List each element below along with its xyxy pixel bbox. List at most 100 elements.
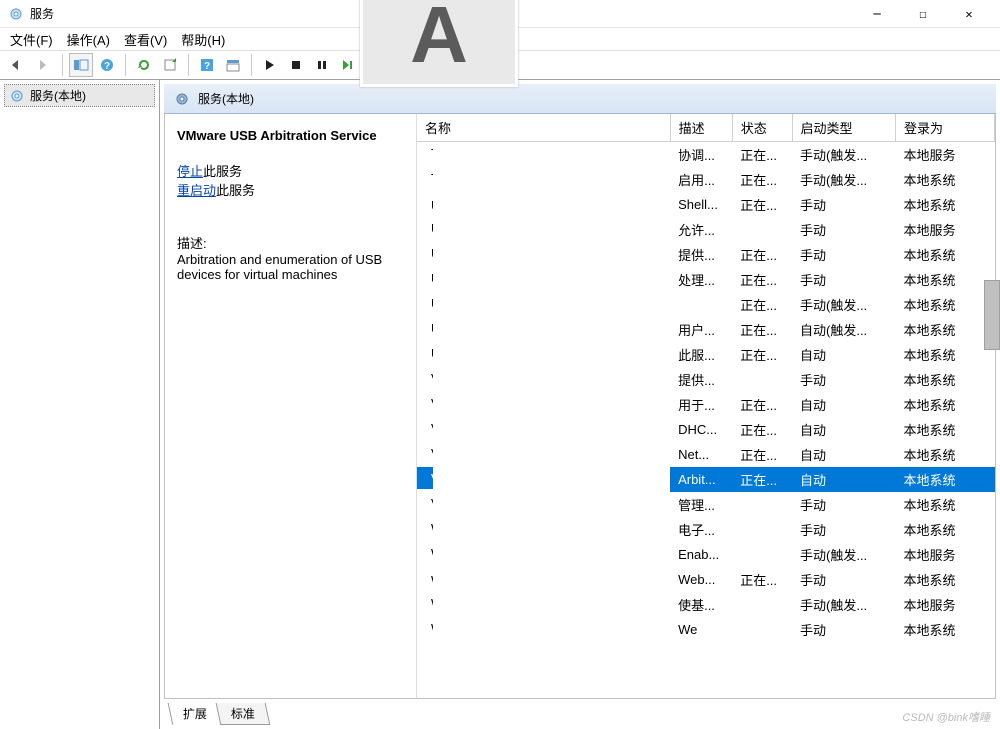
table-row[interactable]: User Data Access_2920c450 提供...正在...手动本地系… [417, 242, 995, 267]
svc-logon-cell: 本地系统 [896, 192, 995, 217]
svc-startup-cell: 自动 [792, 467, 896, 492]
svc-logon-cell: 本地系统 [896, 392, 995, 417]
svc-logon-cell: 本地系统 [896, 167, 995, 192]
table-row[interactable]: WebClient使基...手动(触发...本地服务 [417, 592, 995, 617]
svc-name-cell: User Data Storage_2920c4... [417, 267, 433, 289]
menu-view[interactable]: 查看(V) [124, 30, 167, 49]
svc-startup-cell: 手动 [792, 242, 896, 267]
back-button[interactable] [6, 53, 30, 77]
col-status[interactable]: 状态 [732, 114, 792, 142]
service-list-scroll[interactable]: 名称 描述 状态 启动类型 登录为 Time Broker协调...正在...手… [417, 114, 995, 698]
svc-logon-cell: 本地系统 [896, 492, 995, 517]
svc-startup-cell: 手动(触发... [792, 542, 896, 567]
table-row[interactable]: User Experience Improvem...正在...手动(触发...… [417, 292, 995, 317]
table-row[interactable]: VMware Authorization Ser...用于...正在...自动本… [417, 392, 995, 417]
svc-startup-cell: 自动 [792, 417, 896, 442]
svc-desc-cell: 用户... [670, 317, 732, 342]
export-button[interactable] [158, 53, 182, 77]
svc-status-cell: 正在... [732, 567, 792, 592]
table-row[interactable]: Virtual Disk提供...手动本地系统 [417, 367, 995, 392]
menu-file[interactable]: 文件(F) [10, 30, 53, 49]
svc-name-cell: UPnP Device Host [417, 217, 433, 239]
help-toolbar-button[interactable]: ? [95, 53, 119, 77]
table-row[interactable]: Touch Keyboard and Hand...启用...正在...手动(触… [417, 167, 995, 192]
tree-root-label: 服务(本地) [30, 87, 86, 104]
svc-status-cell: 正在... [732, 167, 792, 192]
restart-service-button[interactable] [336, 53, 360, 77]
table-row[interactable]: Warp JIT ServiceEnab...手动(触发...本地服务 [417, 542, 995, 567]
table-row[interactable]: VMware USB Arbitration S...Arbit...正在...… [417, 467, 995, 492]
forward-button[interactable] [32, 53, 56, 77]
col-startup[interactable]: 启动类型 [792, 114, 896, 142]
restart-service-link[interactable]: 重启动 [177, 183, 216, 198]
maximize-button[interactable]: ☐ [900, 0, 946, 28]
svc-logon-cell: 本地系统 [896, 517, 995, 542]
svc-name-cell: User Data Access_2920c450 [417, 242, 433, 264]
svc-logon-cell: 本地系统 [896, 342, 995, 367]
svc-status-cell [732, 592, 792, 617]
table-row[interactable]: UPnP Device Host允许...手动本地服务 [417, 217, 995, 242]
table-row[interactable]: Udk 用户服务_2920c450Shell...正在...手动本地系统 [417, 192, 995, 217]
svc-desc-cell: 提供... [670, 242, 732, 267]
svc-name-cell: WebClient [417, 592, 433, 614]
service-detail-panel: VMware USB Arbitration Service 停止此服务 重启动… [165, 114, 417, 698]
svc-status-cell: 正在... [732, 267, 792, 292]
svc-startup-cell: 手动 [792, 492, 896, 517]
watermark: CSDN @bink嗜睡 [902, 709, 990, 725]
scrollbar-thumb[interactable] [984, 280, 1000, 350]
close-button[interactable]: ✕ [946, 0, 992, 28]
col-name[interactable]: 名称 [417, 114, 670, 142]
table-row[interactable]: WemeetUpdateSvcWe手动本地系统 [417, 617, 995, 642]
help2-button[interactable]: ? [195, 53, 219, 77]
svc-status-cell: 正在... [732, 192, 792, 217]
svc-desc-cell: 此服... [670, 342, 732, 367]
minimize-button[interactable]: ─ [854, 0, 900, 28]
table-row[interactable]: WalletService电子...手动本地系统 [417, 517, 995, 542]
refresh-button[interactable] [132, 53, 156, 77]
svc-status-cell: 正在... [732, 242, 792, 267]
svc-name-cell: WemeetUpdateSvc [417, 617, 433, 639]
menu-action[interactable]: 操作(A) [67, 30, 110, 49]
window-controls: ─ ☐ ✕ [854, 0, 992, 28]
col-desc[interactable]: 描述 [670, 114, 732, 142]
svc-status-cell: 正在... [732, 292, 792, 317]
table-row[interactable]: User Data Storage_2920c4...处理...正在...手动本… [417, 267, 995, 292]
restart-service-line: 重启动此服务 [177, 180, 404, 199]
svc-status-cell [732, 217, 792, 242]
table-row[interactable]: Time Broker协调...正在...手动(触发...本地服务 [417, 142, 995, 168]
svc-desc-cell: 电子... [670, 517, 732, 542]
toolbar: ? ? [0, 50, 1000, 80]
menu-help[interactable]: 帮助(H) [181, 30, 225, 49]
svc-logon-cell: 本地系统 [896, 442, 995, 467]
table-row[interactable]: User Manager用户...正在...自动(触发...本地系统 [417, 317, 995, 342]
svc-logon-cell: 本地服务 [896, 592, 995, 617]
col-logon[interactable]: 登录为 [896, 114, 995, 142]
tab-standard[interactable]: 标准 [216, 703, 271, 725]
table-row[interactable]: User Profile Service此服...正在...自动本地系统 [417, 342, 995, 367]
stop-service-link[interactable]: 停止 [177, 164, 203, 179]
table-row[interactable]: Web 帐户管理器Web...正在...手动本地系统 [417, 567, 995, 592]
svc-name-cell: VMware DHCP Service [417, 417, 433, 439]
services-table: 名称 描述 状态 启动类型 登录为 Time Broker协调...正在...手… [417, 114, 995, 642]
svc-desc-cell: 处理... [670, 267, 732, 292]
svc-logon-cell: 本地系统 [896, 242, 995, 267]
show-hide-tree-button[interactable] [69, 53, 93, 77]
tab-extended[interactable]: 扩展 [168, 703, 223, 725]
svc-startup-cell: 手动(触发... [792, 142, 896, 168]
pause-service-button[interactable] [310, 53, 334, 77]
svc-name-cell: VMware USB Arbitration S... [417, 467, 433, 489]
table-row[interactable]: VMware DHCP ServiceDHC...正在...自动本地系统 [417, 417, 995, 442]
table-row[interactable]: VMware NAT ServiceNet...正在...自动本地系统 [417, 442, 995, 467]
svc-desc-cell: 使基... [670, 592, 732, 617]
table-row[interactable]: Volume Shadow Copy管理...手动本地系统 [417, 492, 995, 517]
svc-logon-cell: 本地系统 [896, 617, 995, 642]
start-service-button[interactable] [258, 53, 282, 77]
tree-root-services[interactable]: 服务(本地) [4, 84, 155, 107]
stop-service-button[interactable] [284, 53, 308, 77]
svc-desc-cell: 管理... [670, 492, 732, 517]
svc-desc-cell [670, 292, 732, 317]
svc-desc-cell: Shell... [670, 192, 732, 217]
properties-button[interactable] [221, 53, 245, 77]
stop-service-line: 停止此服务 [177, 161, 404, 180]
svc-logon-cell: 本地服务 [896, 142, 995, 168]
